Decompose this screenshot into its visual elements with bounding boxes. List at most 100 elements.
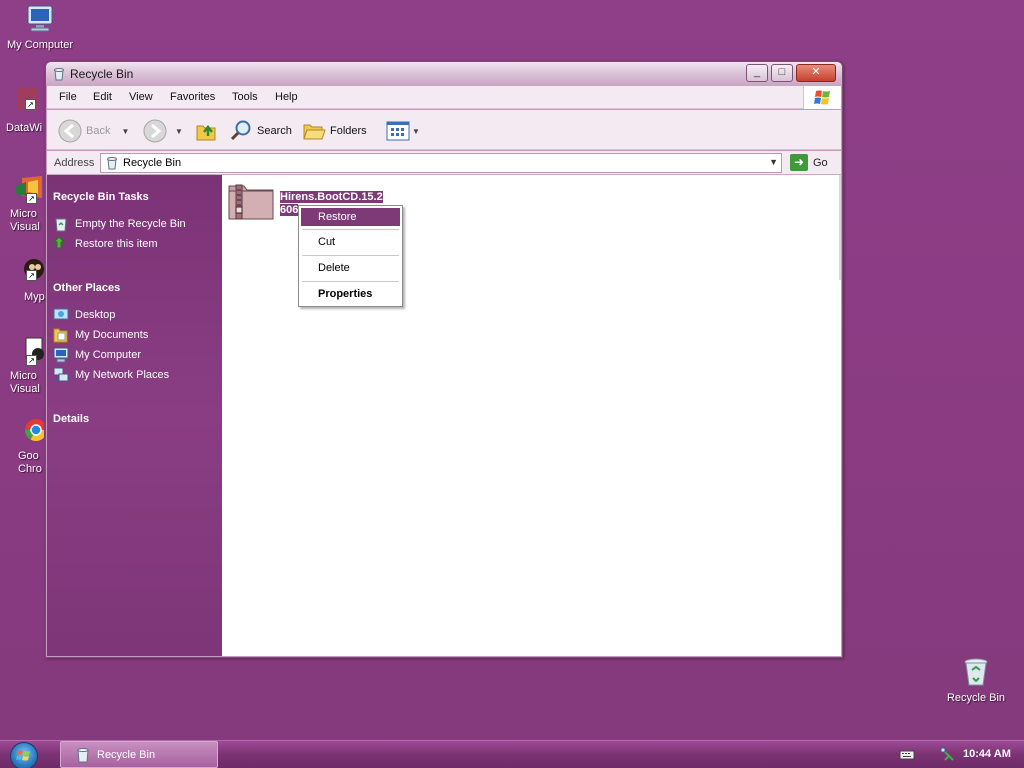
network-status-icon[interactable] [940, 747, 956, 766]
minimize-button[interactable]: _ [746, 64, 768, 82]
recycle-bin-icon [75, 747, 91, 763]
app-icon: ↗ [12, 255, 44, 287]
go-label: Go [813, 156, 828, 169]
place-my-documents-label: My Documents [75, 329, 149, 341]
desktop: My Computer ↗ DataWi ↗ Micro Visual ↗ My… [0, 0, 1024, 740]
back-label: Back [86, 125, 111, 137]
shortcut-arrow-icon: ↗ [26, 355, 37, 366]
address-label: Address [54, 157, 95, 169]
folders-icon [303, 124, 326, 140]
scrollbar[interactable] [839, 175, 841, 280]
shortcut-arrow-icon: ↗ [25, 99, 36, 110]
empty-recycle-bin-link[interactable]: Empty the Recycle Bin [53, 216, 186, 232]
taskbar-button-label: Recycle Bin [97, 748, 156, 761]
windows-logo-icon [803, 86, 841, 109]
place-my-computer-link[interactable]: My Computer [53, 347, 141, 363]
title-bar[interactable]: Recycle Bin _ □ ✕ [46, 62, 842, 86]
back-dropdown-icon[interactable]: ▼ [121, 127, 129, 136]
my-documents-icon [53, 327, 69, 343]
desktop-icon-label: Recycle Bin [946, 692, 1006, 704]
other-places-heading: Other Places [53, 282, 121, 294]
forward-dropdown-icon[interactable]: ▼ [175, 127, 183, 136]
restore-item-link[interactable]: Restore this item [52, 236, 158, 252]
desktop-icon [53, 307, 69, 323]
network-places-icon [53, 367, 69, 383]
recycle-bin-icon [960, 656, 992, 688]
back-button[interactable]: Back ▼ [58, 119, 129, 143]
restore-arrow-icon [52, 236, 69, 252]
menu-bar: File Edit View Favorites Tools Help [47, 86, 841, 109]
address-dropdown-icon[interactable]: ▼ [769, 157, 778, 167]
recycle-bin-icon [105, 156, 119, 170]
context-menu: Restore Cut Delete Properties [298, 205, 403, 307]
close-button[interactable]: ✕ [796, 64, 836, 82]
desktop-icon-my-computer[interactable]: My Computer [0, 3, 80, 52]
search-label: Search [257, 125, 292, 137]
system-tray: 10:44 AM [888, 741, 1024, 768]
go-button[interactable]: ➜ Go [790, 154, 828, 171]
context-menu-separator [302, 229, 399, 230]
windows-logo-icon [16, 750, 30, 761]
search-button[interactable]: Search [229, 119, 292, 143]
menu-file[interactable]: File [59, 91, 77, 103]
visual-studio-icon: ↗ [12, 172, 44, 204]
up-folder-button[interactable] [194, 119, 218, 143]
context-menu-properties[interactable]: Properties [301, 285, 400, 303]
context-menu-separator [302, 281, 399, 282]
folders-label: Folders [330, 125, 367, 137]
keyboard-icon[interactable] [899, 749, 915, 764]
menu-edit[interactable]: Edit [93, 91, 112, 103]
context-menu-cut[interactable]: Cut [301, 233, 400, 251]
place-desktop-label: Desktop [75, 309, 116, 321]
explorer-window: Recycle Bin _ □ ✕ File Edit View Favorit… [45, 61, 843, 658]
zip-archive-icon [227, 182, 275, 222]
details-heading[interactable]: Details [53, 413, 89, 425]
place-my-documents-link[interactable]: My Documents [53, 327, 148, 343]
chrome-icon [12, 414, 47, 446]
forward-arrow-icon [143, 119, 167, 143]
context-menu-restore[interactable]: Restore [301, 208, 400, 226]
views-dropdown-icon[interactable]: ▼ [412, 127, 420, 136]
place-desktop-link[interactable]: Desktop [53, 307, 115, 323]
shortcut-arrow-icon: ↗ [26, 270, 37, 281]
empty-bin-icon [53, 216, 69, 232]
views-icon [386, 121, 410, 141]
menu-favorites[interactable]: Favorites [170, 91, 215, 103]
maximize-button[interactable]: □ [771, 64, 793, 82]
recycle-bin-tasks-heading: Recycle Bin Tasks [53, 191, 149, 203]
shortcut-arrow-icon: ↗ [26, 193, 37, 204]
computer-icon [53, 347, 69, 363]
window-title: Recycle Bin [70, 67, 134, 81]
desktop-icon-label: My Computer [6, 39, 74, 51]
search-icon [230, 120, 251, 141]
app-icon: ↗ [10, 86, 42, 118]
place-my-computer-label: My Computer [75, 349, 142, 361]
file-name-line-2: 606 [280, 204, 299, 216]
menu-view[interactable]: View [129, 91, 153, 103]
go-arrow-icon: ➜ [790, 154, 808, 171]
menu-help[interactable]: Help [275, 91, 298, 103]
menu-tools[interactable]: Tools [232, 91, 258, 103]
folders-button[interactable]: Folders [302, 119, 367, 143]
up-folder-icon [196, 124, 216, 141]
address-value: Recycle Bin [123, 157, 182, 169]
file-name-line-1: Hirens.BootCD.15.2 [280, 191, 383, 203]
empty-recycle-bin-label: Empty the Recycle Bin [75, 218, 186, 230]
start-button[interactable] [10, 742, 38, 768]
context-menu-delete[interactable]: Delete [301, 259, 400, 277]
visual-studio-icon: ↗ [12, 334, 44, 366]
recycle-bin-icon [52, 67, 66, 81]
place-my-network-places-link[interactable]: My Network Places [53, 367, 169, 383]
desktop-icon-recycle-bin[interactable]: Recycle Bin [936, 656, 1016, 705]
task-pane: Recycle Bin Tasks Empty the Recycle Bin … [47, 175, 222, 656]
computer-icon [24, 3, 56, 35]
address-bar: Address Recycle Bin ▼ ➜ Go [47, 151, 841, 175]
taskbar-recycle-bin-button[interactable]: Recycle Bin [60, 741, 218, 768]
clock[interactable]: 10:44 AM [963, 748, 1011, 760]
taskbar: Recycle Bin 10:44 AM [0, 740, 1024, 768]
address-input[interactable]: Recycle Bin ▼ [100, 153, 782, 173]
views-button[interactable]: ▼ [386, 119, 420, 143]
forward-button[interactable]: ▼ [143, 119, 183, 143]
back-arrow-icon [58, 119, 82, 143]
place-my-network-places-label: My Network Places [75, 369, 170, 381]
